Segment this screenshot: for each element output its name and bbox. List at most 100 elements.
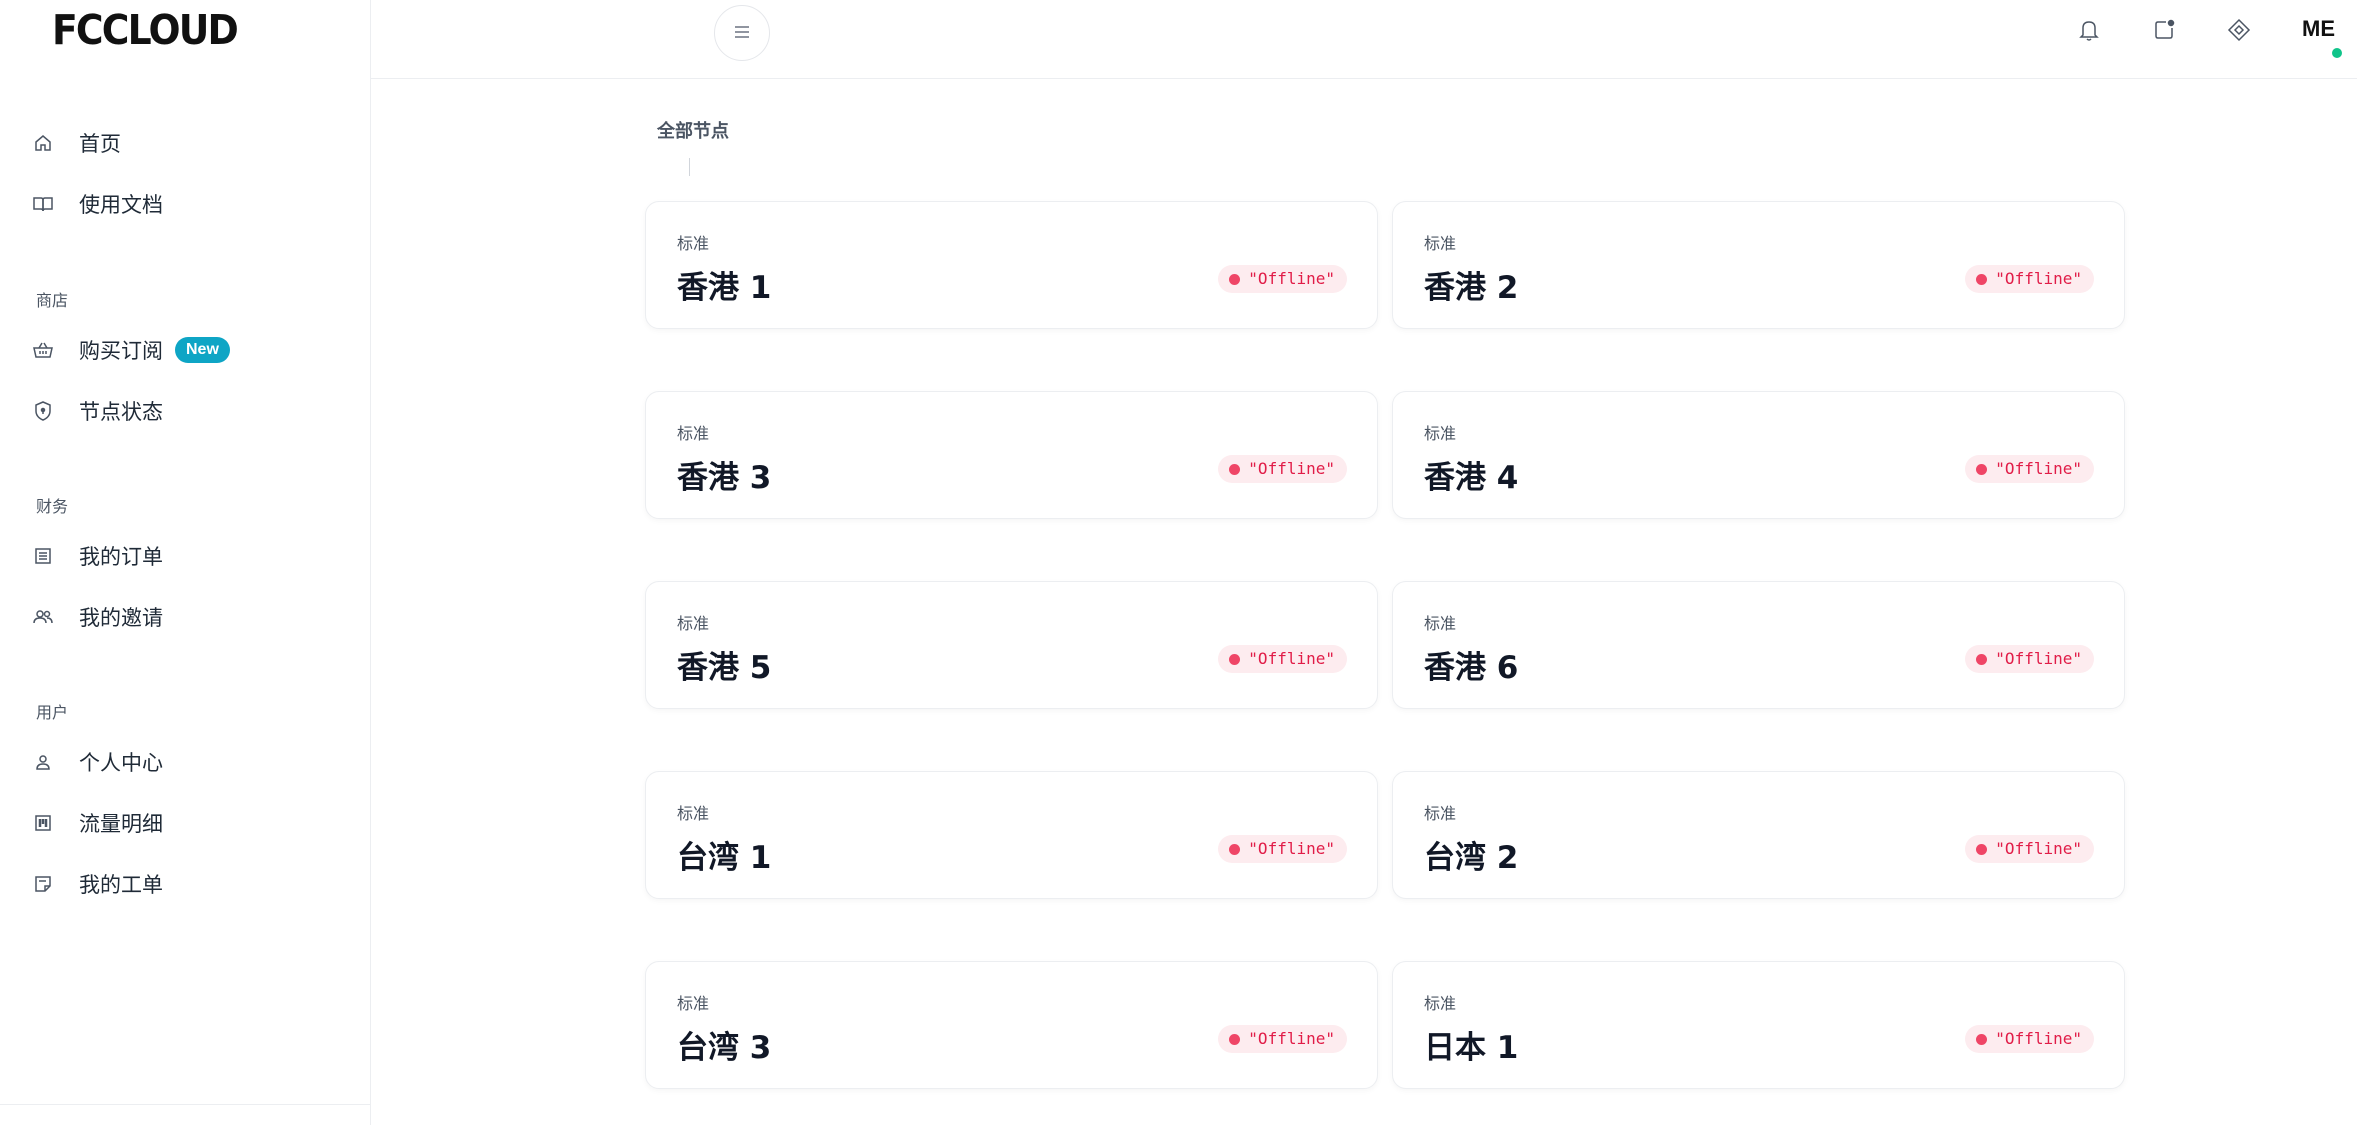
sidebar: FCCLOUD 首页 使用文档 商店 购买订阅 New 节点状态 财务 我的订单 <box>0 0 371 1125</box>
section-label-store: 商店 <box>36 291 69 310</box>
status-dot <box>1229 1034 1241 1045</box>
status-dot <box>1976 274 1988 285</box>
node-card[interactable]: 标准 台湾 3 "Offline" <box>645 961 1378 1089</box>
node-card[interactable]: 标准香港 2 "Offline" <box>1392 201 2125 329</box>
node-tier: 标准 <box>1424 424 1457 443</box>
status-badge: "Offline" <box>1218 645 1347 673</box>
node-name: 台湾 3 <box>677 1030 772 1066</box>
sidebar-item-docs[interactable]: 使用文档 <box>0 178 370 230</box>
traffic-icon <box>32 812 54 834</box>
sidebar-divider <box>0 1104 370 1105</box>
menu-icon <box>734 24 750 43</box>
status-badge: "Offline" <box>1965 835 2094 863</box>
avatar[interactable]: ME <box>2302 16 2335 42</box>
node-name: 香港 5 <box>677 650 772 686</box>
home-icon <box>32 132 54 154</box>
node-tier: 标准 <box>677 804 710 823</box>
users-icon <box>32 606 54 628</box>
node-card[interactable]: 标准香港 4 "Offline" <box>1392 391 2125 519</box>
status-dot <box>1229 274 1241 285</box>
online-status-dot <box>2330 46 2344 60</box>
node-name: 台湾 2 <box>1424 840 1519 876</box>
node-name: 香港 6 <box>1424 650 1519 686</box>
status-dot <box>1976 1034 1988 1045</box>
book-icon <box>32 193 54 215</box>
node-card[interactable]: 标准香港 5 "Offline" <box>645 581 1378 709</box>
sidebar-item-label: 我的订单 <box>79 545 163 569</box>
node-name: 香港 1 <box>677 270 772 306</box>
sidebar-item-node-status[interactable]: 节点状态 <box>0 385 370 437</box>
status-text: "Offline" <box>1995 459 2082 478</box>
node-card[interactable]: 标准台湾 2 "Offline" <box>1392 771 2125 899</box>
node-card[interactable]: 标准香港 1 "Offline" <box>645 201 1378 329</box>
status-dot <box>1229 844 1241 855</box>
sidebar-item-my-orders[interactable]: 我的订单 <box>0 530 370 582</box>
status-text: "Offline" <box>1248 839 1335 858</box>
node-tier: 标准 <box>1424 804 1457 823</box>
status-text: "Offline" <box>1995 269 2082 288</box>
bell-icon <box>2078 18 2100 46</box>
diamond-button[interactable] <box>2225 18 2253 46</box>
status-dot <box>1229 654 1241 665</box>
node-name: 日本 1 <box>1424 1030 1519 1066</box>
sidebar-item-home[interactable]: 首页 <box>0 117 370 169</box>
receipt-icon <box>32 545 54 567</box>
section-label-finance: 财务 <box>36 497 69 516</box>
status-text: "Offline" <box>1248 1029 1335 1048</box>
status-text: "Offline" <box>1995 839 2082 858</box>
status-text: "Offline" <box>1995 649 2082 668</box>
bell-button[interactable] <box>2075 18 2103 46</box>
node-tier: 标准 <box>677 234 710 253</box>
node-card[interactable]: 标准台湾 1 "Offline" <box>645 771 1378 899</box>
status-dot <box>1976 464 1988 475</box>
node-tier: 标准 <box>1424 994 1457 1013</box>
new-badge: New <box>175 337 230 363</box>
status-text: "Offline" <box>1995 1029 2082 1048</box>
status-badge: "Offline" <box>1965 1025 2094 1053</box>
sidebar-item-label: 个人中心 <box>79 751 163 775</box>
node-tier: 标准 <box>1424 614 1457 633</box>
brand-logo[interactable]: FCCLOUD <box>52 6 239 54</box>
sidebar-item-label: 我的工单 <box>79 873 163 897</box>
sidebar-item-traffic-detail[interactable]: 流量明细 <box>0 797 370 849</box>
status-badge: "Offline" <box>1218 1025 1347 1053</box>
status-badge: "Offline" <box>1965 455 2094 483</box>
status-text: "Offline" <box>1248 269 1335 288</box>
sidebar-item-label: 流量明细 <box>79 812 163 836</box>
sidebar-item-label: 首页 <box>79 132 121 156</box>
node-name: 香港 4 <box>1424 460 1519 496</box>
status-badge: "Offline" <box>1218 835 1347 863</box>
node-tier: 标准 <box>677 614 710 633</box>
status-badge: "Offline" <box>1218 455 1347 483</box>
notification-app-icon <box>2152 18 2176 46</box>
diamond-icon <box>2227 18 2251 46</box>
user-icon <box>32 751 54 773</box>
sidebar-item-label: 节点状态 <box>79 400 163 424</box>
status-text: "Offline" <box>1248 649 1335 668</box>
node-name: 香港 3 <box>677 460 772 496</box>
page-title: 全部节点 <box>657 121 729 142</box>
node-name: 香港 2 <box>1424 270 1519 306</box>
status-badge: "Offline" <box>1965 265 2094 293</box>
node-tier: 标准 <box>1424 234 1457 253</box>
node-name: 台湾 1 <box>677 840 772 876</box>
section-label-user: 用户 <box>36 703 69 722</box>
sidebar-item-my-invites[interactable]: 我的邀请 <box>0 591 370 643</box>
node-card[interactable]: 标准日本 1 "Offline" <box>1392 961 2125 1089</box>
menu-toggle-button[interactable] <box>714 5 770 61</box>
basket-icon <box>32 339 54 361</box>
node-tier: 标准 <box>677 424 710 443</box>
sidebar-item-profile[interactable]: 个人中心 <box>0 736 370 788</box>
ticket-icon <box>32 873 54 895</box>
notification-app-button[interactable] <box>2150 18 2178 46</box>
sidebar-item-buy-subscription[interactable]: 购买订阅 New <box>0 324 370 376</box>
node-card[interactable]: 标准香港 6 "Offline" <box>1392 581 2125 709</box>
status-badge: "Offline" <box>1965 645 2094 673</box>
sidebar-item-label: 购买订阅 <box>79 339 163 363</box>
shield-icon <box>32 400 54 422</box>
sidebar-item-label: 我的邀请 <box>79 606 163 630</box>
sidebar-item-label: 使用文档 <box>79 193 163 217</box>
status-badge: "Offline" <box>1218 265 1347 293</box>
sidebar-item-my-tickets[interactable]: 我的工单 <box>0 858 370 910</box>
node-card[interactable]: 标准香港 3 "Offline" <box>645 391 1378 519</box>
